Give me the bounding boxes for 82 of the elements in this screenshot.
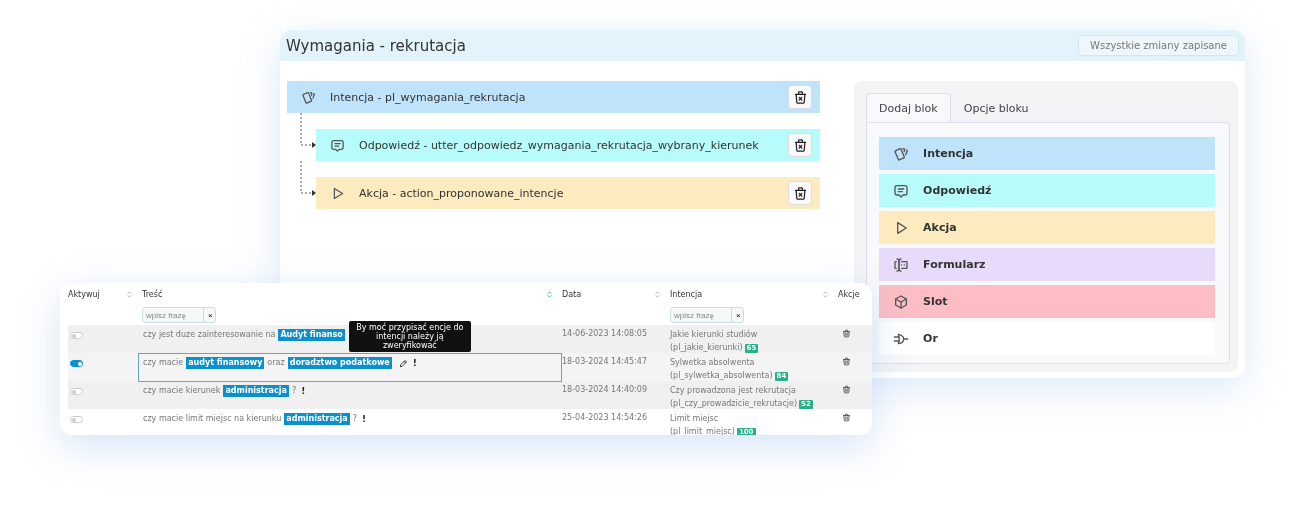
- form-icon: [893, 256, 910, 273]
- block-label: Odpowiedź - utter_odpowiedz_wymagania_rekrutacja_wybrany_kierunek: [359, 138, 760, 152]
- entity-tag[interactable]: administracja: [284, 413, 350, 425]
- block-type-label: Or: [923, 332, 938, 345]
- phrase-text: czy jest duze zainteresowanie na: [143, 329, 276, 341]
- trash-icon: [792, 89, 808, 105]
- phrase-text: czy macie: [143, 357, 184, 369]
- filter-field[interactable]: wpisz frazę ×: [670, 307, 744, 323]
- delete-button[interactable]: [788, 85, 813, 109]
- block-type-item[interactable]: Formularz: [879, 248, 1215, 281]
- entity-tag[interactable]: doradztwo podatkowe: [287, 357, 392, 369]
- trash-icon: [792, 185, 808, 201]
- message-icon: [893, 182, 910, 199]
- column-header: Aktywuj: [68, 289, 100, 299]
- entity-tag[interactable]: administracja: [223, 385, 289, 397]
- intent-id: (pl_czy_prowadzicie_rekrutacje): [670, 398, 798, 410]
- intent-name: Jakie kierunki studiów: [670, 329, 759, 341]
- date-text: 18-03-2024 14:45:47: [562, 357, 647, 366]
- toggle-switch[interactable]: [70, 416, 83, 423]
- tooltip: By moć przypisać encje do intencji należy ją zweryfikować: [348, 321, 471, 352]
- column-header: Treść: [142, 289, 163, 299]
- block-type-label: Akcja: [923, 221, 957, 234]
- delete-button[interactable]: [788, 133, 813, 157]
- block-type-item[interactable]: Slot: [879, 285, 1215, 318]
- date-text: 18-03-2024 14:40:09: [562, 385, 647, 394]
- cube-icon: [893, 293, 910, 310]
- phrase-text: oraz: [267, 357, 285, 369]
- flow-block[interactable]: Akcja - action_proponowane_intencje: [316, 177, 821, 209]
- intent-name: Czy prowadzona jest rekrutacja: [670, 385, 797, 397]
- delete-icon[interactable]: [842, 329, 851, 338]
- phrase-text: czy macie limit miejsc na kierunku: [143, 413, 282, 425]
- date-text: 14-06-2023 14:08:05: [562, 329, 647, 338]
- warning-mark: !: [360, 413, 368, 425]
- entity-tag[interactable]: audyt finansowy: [186, 357, 265, 369]
- intent-block[interactable]: Intencja - pl_wymagania_rekrutacja: [287, 81, 821, 113]
- delete-icon[interactable]: [842, 385, 851, 394]
- filter-field[interactable]: wpisz frazę ×: [142, 307, 216, 323]
- block-type-item[interactable]: Intencja: [879, 137, 1215, 170]
- flow-block[interactable]: Odpowiedź - utter_odpowiedz_wymagania_rekrutacja_wybrany_kierunek: [316, 129, 821, 161]
- date-text: 25-04-2023 14:54:26: [562, 413, 647, 422]
- column-header: Akcje: [838, 289, 860, 299]
- intent-id: (pl_limit_miejsc): [670, 426, 735, 435]
- toggle-switch[interactable]: [70, 360, 83, 367]
- delete-icon[interactable]: [842, 357, 851, 366]
- intent-id: (pl_jakie_kierunki): [670, 342, 743, 354]
- clear-button[interactable]: ×: [203, 308, 217, 322]
- block-label: Intencja - pl_wymagania_rekrutacja: [330, 90, 527, 104]
- window-title: Wymagania - rekrutacja: [286, 36, 466, 55]
- panel-tab[interactable]: Dodaj blok: [866, 93, 951, 123]
- warning-mark: !: [300, 385, 307, 397]
- block-type-item[interactable]: Akcja: [879, 211, 1215, 244]
- intent-name: Limit miejsc: [670, 413, 720, 425]
- cards-icon: [893, 145, 910, 162]
- block-type-item[interactable]: Odpowiedź: [879, 174, 1215, 207]
- toggle-switch[interactable]: [70, 388, 83, 395]
- message-icon: [330, 137, 345, 153]
- block-type-label: Slot: [923, 295, 948, 308]
- block-type-item[interactable]: Or: [879, 322, 1215, 355]
- panel-tab[interactable]: Opcje bloku: [950, 93, 1042, 123]
- delete-icon[interactable]: [842, 413, 851, 422]
- phrase-text: ?: [291, 385, 297, 397]
- connector-arrow: [300, 161, 316, 196]
- cards-icon: [301, 89, 316, 105]
- entity-tag[interactable]: Audyt finanso: [278, 329, 345, 341]
- column-header: Intencja: [670, 289, 703, 299]
- phrase-text: czy macie kierunek: [143, 385, 221, 397]
- pencil-icon[interactable]: [398, 359, 408, 368]
- block-type-label: Intencja: [923, 147, 974, 160]
- block-type-label: Formularz: [923, 258, 986, 271]
- save-status-button[interactable]: Wszystkie zmiany zapisane: [1078, 35, 1239, 56]
- toggle-switch[interactable]: [70, 332, 83, 339]
- intent-id: (pl_sylwetka_absolwenta): [670, 370, 773, 382]
- phrase-text: ?: [352, 413, 357, 425]
- clear-button[interactable]: ×: [731, 308, 745, 322]
- warning-mark: !: [411, 357, 418, 369]
- delete-button[interactable]: [788, 181, 813, 205]
- connector-arrow: [300, 113, 316, 148]
- block-label: Akcja - action_proponowane_intencje: [359, 186, 565, 200]
- trash-icon: [792, 137, 808, 153]
- block-type-label: Odpowiedź: [923, 184, 992, 197]
- intent-name: Sylwetka absolwenta: [670, 357, 756, 369]
- column-header: Data: [562, 289, 582, 299]
